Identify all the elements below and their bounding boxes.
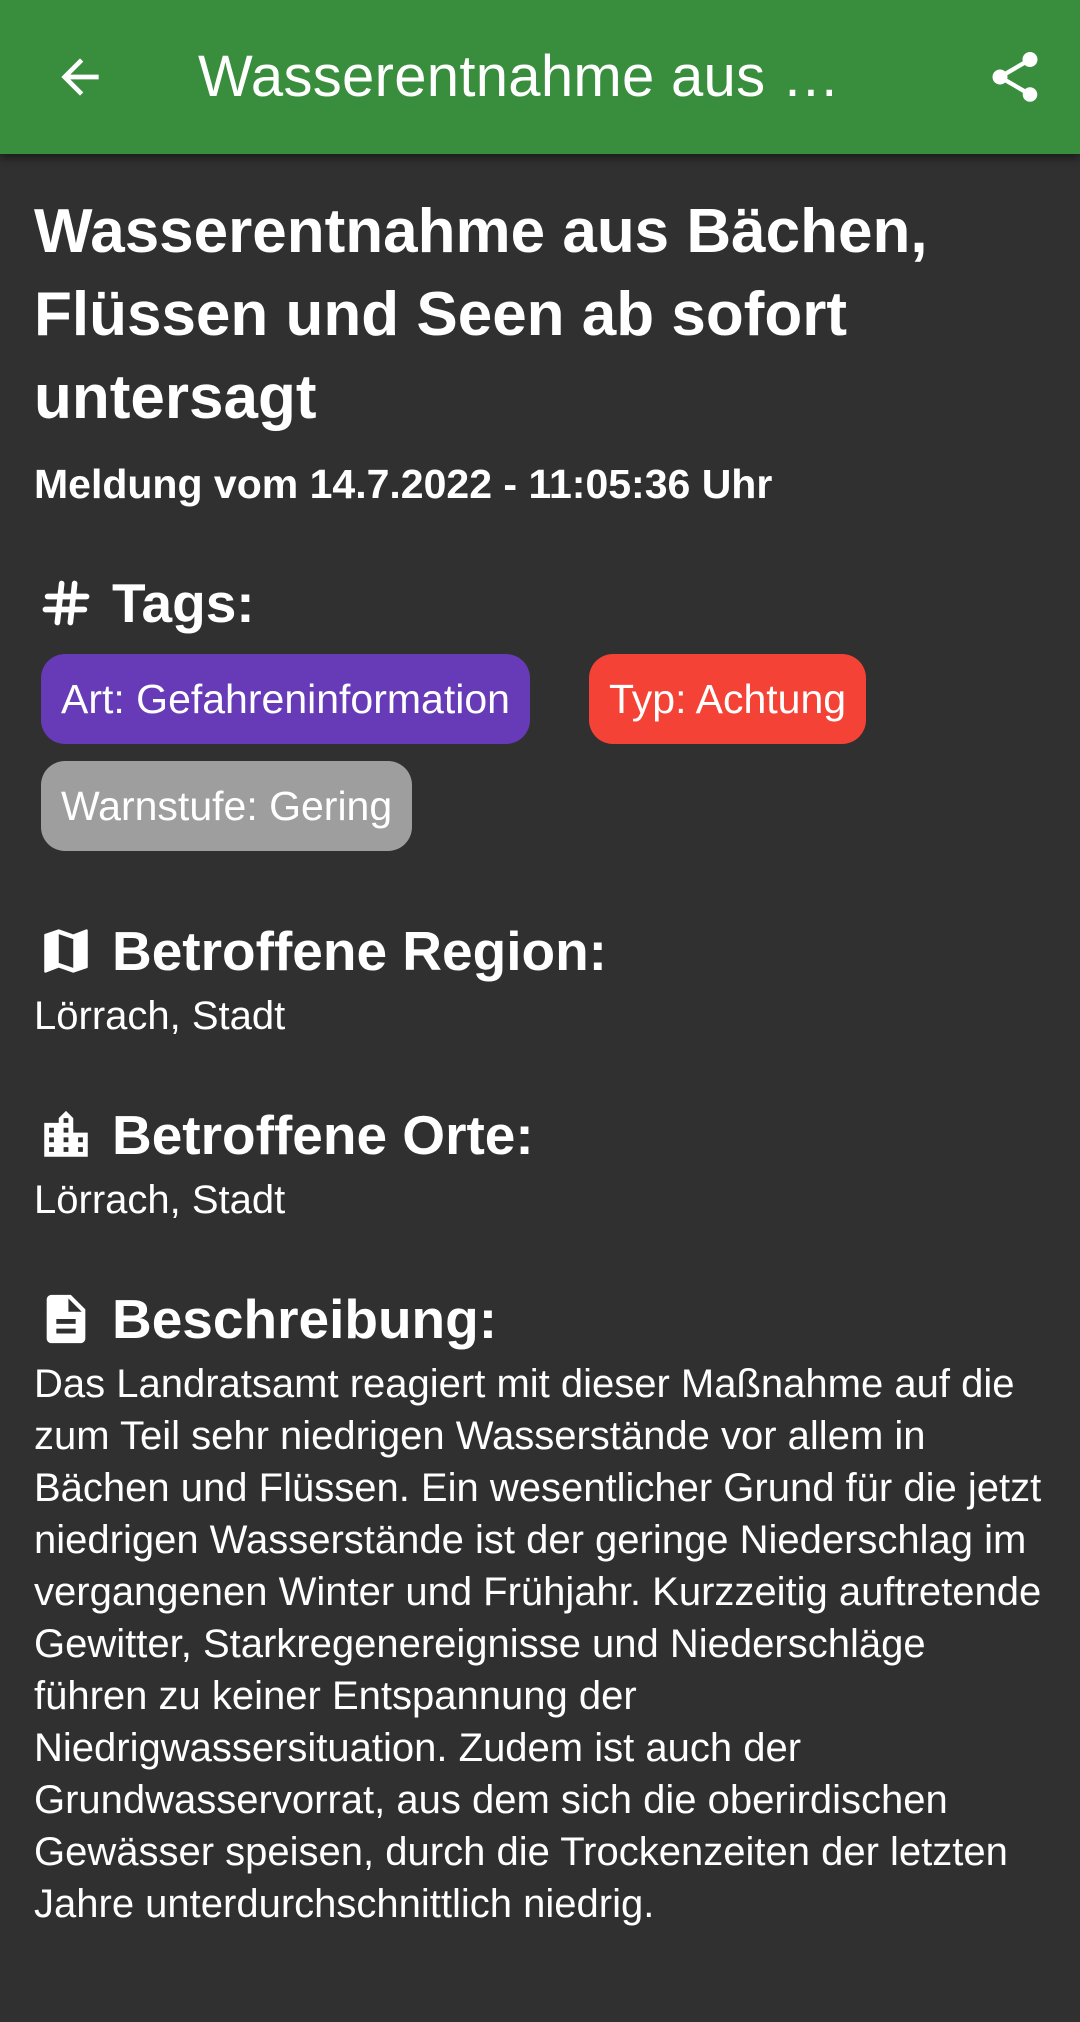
app-bar-title: Wasserentnahme aus Bächen, Flüssen und S… (198, 44, 878, 109)
region-label: Betroffene Region: (112, 920, 607, 982)
description-label: Beschreibung: (112, 1288, 498, 1350)
description-heading: Beschreibung: (34, 1284, 497, 1354)
hashtag-icon (34, 571, 98, 635)
tag-chip-severity[interactable]: Warnstufe: Gering (41, 761, 413, 851)
description-text: Das Landratsamt reagiert mit dieser Maßn… (34, 1362, 1042, 1926)
places-heading: Betroffene Orte: (34, 1100, 534, 1170)
tags-label: Tags: (112, 572, 255, 634)
warning-detail-screen: Wasserentnahme aus Bächen, Flüssen und S… (0, 0, 1080, 2022)
places-text: Lörrach, Stadt (34, 1178, 286, 1222)
region-text: Lörrach, Stadt (34, 994, 286, 1038)
back-button[interactable] (40, 37, 120, 117)
document-icon (34, 1287, 98, 1351)
places-label: Betroffene Orte: (112, 1104, 534, 1166)
tag-chip-type[interactable]: Art: Gefahreninformation (41, 654, 530, 744)
article-headline: Wasserentnahme aus Bächen, Flüssen und S… (34, 197, 928, 432)
region-heading: Betroffene Region: (34, 916, 607, 986)
share-icon (992, 52, 1038, 102)
arrow-left-icon (61, 58, 99, 96)
app-bar: Wasserentnahme aus Bächen, Flüssen und S… (0, 0, 1080, 154)
city-icon (34, 1103, 98, 1167)
tag-chip-category[interactable]: Typ: Achtung (589, 654, 867, 744)
tags-heading: Tags: (34, 568, 255, 638)
map-icon (34, 919, 98, 983)
article-date: Meldung vom 14.7.2022 - 11:05:36 Uhr (34, 461, 773, 507)
share-button[interactable] (975, 37, 1055, 117)
